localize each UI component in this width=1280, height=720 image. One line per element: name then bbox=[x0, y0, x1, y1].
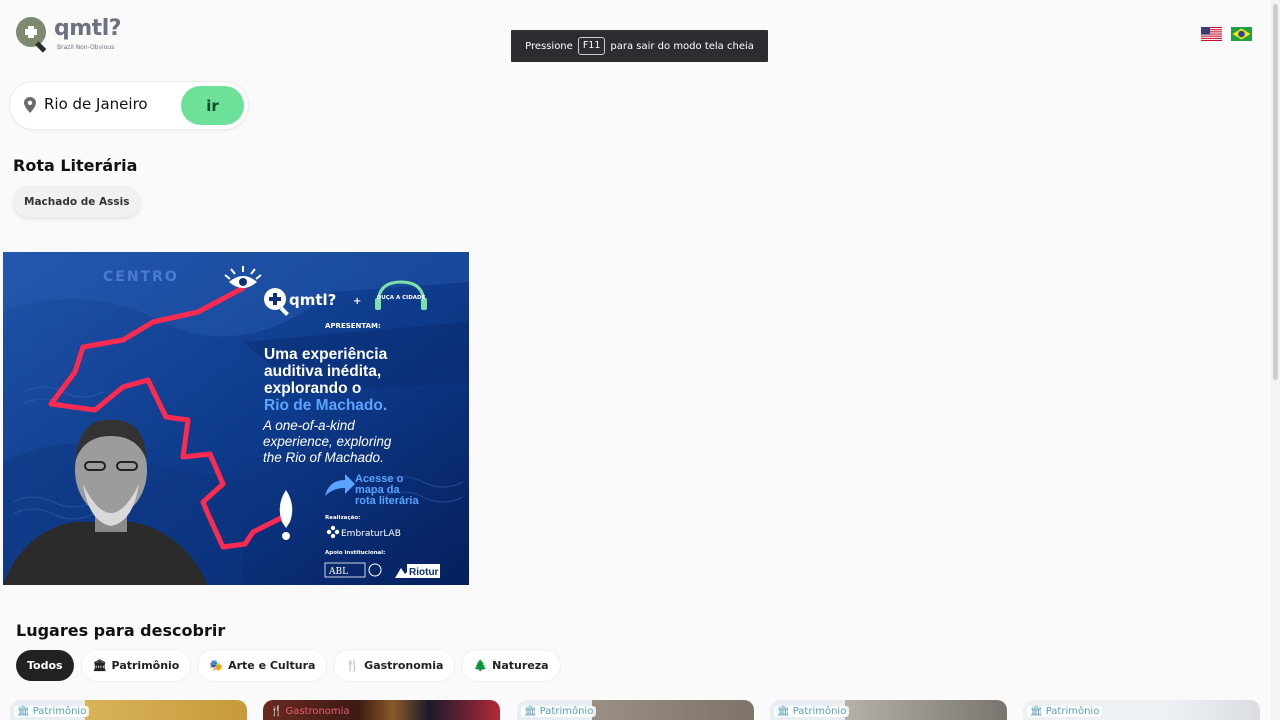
route-chip-machado[interactable]: Machado de Assis bbox=[13, 186, 141, 217]
location-pin-icon bbox=[24, 97, 36, 113]
partner-logo: OUÇA A CIDADE bbox=[377, 295, 426, 301]
literary-route-banner[interactable]: CENTRO qmtl? + OUÇA A CIDADE APRESENTAM:… bbox=[3, 252, 469, 585]
discover-section-title: Lugares para descobrir bbox=[16, 621, 226, 640]
category-tag: 🍴 Gastronomia bbox=[270, 706, 350, 717]
fullscreen-notice-prefix: Pressione bbox=[525, 40, 573, 52]
category-tag: 🏛 Patrimônio bbox=[521, 706, 597, 717]
page-scrollbar[interactable] bbox=[1271, 0, 1280, 720]
banner-plus: + bbox=[353, 296, 361, 307]
museum-icon: 🏛 bbox=[777, 706, 790, 717]
scrollbar-thumb[interactable] bbox=[1273, 4, 1278, 380]
filter-label: Todos bbox=[27, 659, 63, 672]
banner-brand: qmtl? bbox=[289, 291, 336, 309]
place-card[interactable]: 🍴 Gastronomia bbox=[263, 700, 500, 720]
tree-icon: 🌲 bbox=[473, 659, 488, 672]
place-card[interactable]: 🏛 Patrimônio bbox=[1023, 700, 1260, 720]
category-filters: Todos 🏛 Patrimônio 🎭 Arte e Cultura 🍴 Ga… bbox=[16, 650, 560, 681]
banner-en-line2: experience, exploring bbox=[263, 434, 392, 449]
logo-subtitle: Brazil Non-Obvious bbox=[57, 44, 115, 51]
fullscreen-notice-suffix: para sair do modo tela cheia bbox=[610, 40, 754, 52]
go-button[interactable]: ir bbox=[181, 86, 244, 125]
district-label: CENTRO bbox=[103, 269, 179, 285]
filter-gastronomia[interactable]: 🍴 Gastronomia bbox=[334, 650, 455, 681]
banner-presenting: APRESENTAM: bbox=[325, 322, 381, 330]
banner-pt-line3: explorando o bbox=[264, 380, 361, 397]
city-search-input[interactable]: Rio de Janeiro bbox=[44, 95, 148, 113]
place-card[interactable]: 🏛 Patrimônio bbox=[770, 700, 1007, 720]
banner-en-line1: A one-of-a-kind bbox=[262, 418, 355, 433]
svg-text:ABL: ABL bbox=[328, 567, 348, 577]
museum-icon: 🏛 bbox=[92, 659, 107, 672]
f11-key: F11 bbox=[577, 37, 606, 55]
us-flag-icon[interactable] bbox=[1201, 27, 1222, 41]
place-card[interactable]: 🏛 Patrimônio bbox=[10, 700, 247, 720]
filter-todos[interactable]: Todos bbox=[16, 650, 74, 681]
category-tag: 🏛 Patrimônio bbox=[1027, 706, 1103, 717]
logo-text: qmtl? bbox=[54, 16, 122, 41]
place-cards: 🏛 Patrimônio 🍴 Gastronomia 🏛 Patrimônio 🏛 Pa… bbox=[10, 700, 1270, 720]
banner-pt-line2: auditiva inédita, bbox=[264, 363, 381, 380]
filter-arte-e-cultura[interactable]: 🎭 Arte e Cultura bbox=[198, 650, 327, 681]
category-tag: 🏛 Patrimônio bbox=[774, 706, 850, 717]
banner-artwork: CENTRO qmtl? + OUÇA A CIDADE APRESENTAM:… bbox=[3, 252, 469, 585]
filter-label: Natureza bbox=[492, 659, 549, 672]
svg-text:Riotur: Riotur bbox=[409, 567, 439, 578]
filter-natureza[interactable]: 🌲 Natureza bbox=[462, 650, 560, 681]
category-tag: 🏛 Patrimônio bbox=[14, 706, 90, 717]
filter-label: Gastronomia bbox=[364, 659, 444, 672]
app-logo[interactable]: qmtl? Brazil Non-Obvious bbox=[14, 14, 124, 54]
palette-icon: 🎭 bbox=[209, 659, 224, 672]
city-search: Rio de Janeiro ir bbox=[10, 82, 248, 129]
place-card[interactable]: 🏛 Patrimônio bbox=[517, 700, 754, 720]
banner-pt-line4: Rio de Machado. bbox=[264, 397, 387, 414]
museum-icon: 🏛 bbox=[524, 706, 537, 717]
language-switcher bbox=[1201, 27, 1252, 41]
realizacao-label: Realização: bbox=[325, 515, 360, 521]
museum-icon: 🏛 bbox=[17, 706, 30, 717]
utensils-icon: 🍴 bbox=[270, 706, 283, 717]
filter-label: Arte e Cultura bbox=[228, 659, 316, 672]
route-section-title: Rota Literária bbox=[13, 156, 138, 175]
fullscreen-notice: Pressione F11 para sair do modo tela che… bbox=[511, 30, 768, 62]
apoio-label: Apoio institucional: bbox=[325, 550, 385, 556]
brazil-flag-icon[interactable] bbox=[1231, 27, 1252, 41]
utensils-icon: 🍴 bbox=[345, 659, 360, 672]
filter-label: Patrimônio bbox=[111, 659, 180, 672]
banner-pt-line1: Uma experiência bbox=[264, 346, 388, 363]
svg-text:EmbraturLAB: EmbraturLAB bbox=[341, 529, 401, 539]
magnifier-plus-icon bbox=[16, 17, 47, 53]
filter-patrimonio[interactable]: 🏛 Patrimônio bbox=[81, 650, 191, 681]
cta-line3: rota literária bbox=[355, 495, 419, 507]
museum-icon: 🏛 bbox=[1030, 706, 1043, 717]
banner-en-line3: the Rio of Machado. bbox=[263, 450, 384, 465]
